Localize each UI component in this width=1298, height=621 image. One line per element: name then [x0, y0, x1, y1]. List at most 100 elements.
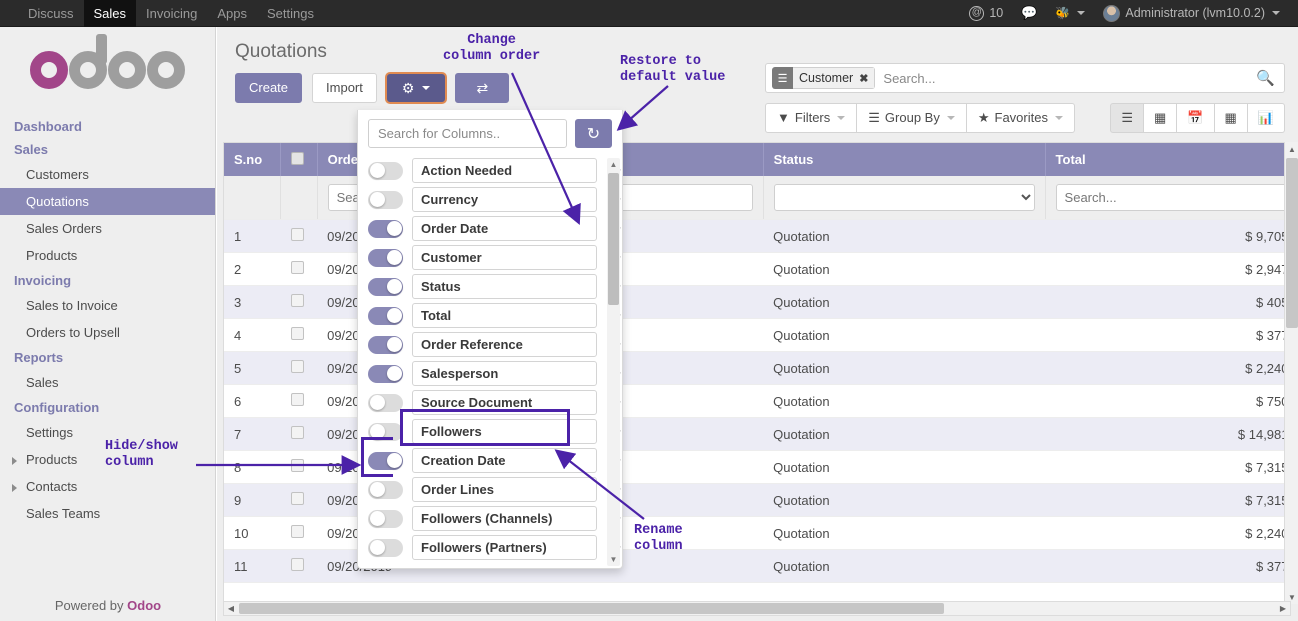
column-name-input[interactable]: Action Needed [412, 158, 597, 183]
settings-gear-button[interactable]: ⚙ [387, 74, 446, 102]
create-button[interactable]: Create [235, 73, 302, 103]
table-horizontal-scrollbar[interactable]: ◀ ▶ [223, 601, 1291, 616]
column-header-total[interactable]: Total [1045, 143, 1291, 176]
row-checkbox[interactable] [291, 327, 304, 340]
column-option-row[interactable]: Order Date✥ [368, 214, 624, 243]
column-visibility-toggle[interactable] [368, 481, 403, 499]
column-name-input[interactable]: Source Document [412, 390, 597, 415]
odoo-brand-link[interactable]: Odoo [127, 598, 161, 613]
sidebar-item-orders-to-upsell[interactable]: Orders to Upsell [0, 319, 215, 346]
column-option-row[interactable]: Status✥ [368, 272, 624, 301]
import-button[interactable]: Import [312, 73, 377, 103]
search-box[interactable]: ☰ Customer ✖ 🔍 [765, 63, 1285, 93]
column-visibility-toggle[interactable] [368, 162, 403, 180]
messaging-button[interactable]: 💬 [1013, 1, 1045, 25]
column-option-row[interactable]: Order Lines✥ [368, 475, 624, 504]
sidebar-item-sales-report[interactable]: Sales [0, 369, 215, 396]
column-name-input[interactable]: Followers [412, 419, 597, 444]
sidebar-item-sales-teams[interactable]: Sales Teams [0, 500, 215, 527]
graph-view-button[interactable]: 📊 [1248, 103, 1285, 133]
column-header-sno[interactable]: S.no [224, 143, 281, 176]
scroll-right-icon[interactable]: ▶ [1276, 602, 1290, 615]
search-facet-customer[interactable]: ☰ Customer ✖ [772, 67, 875, 89]
column-option-row[interactable]: Customer✥ [368, 243, 624, 272]
nav-item-apps[interactable]: Apps [207, 0, 257, 27]
calendar-view-button[interactable]: 📅 [1177, 103, 1214, 133]
row-checkbox[interactable] [291, 294, 304, 307]
sidebar-item-quotations[interactable]: Quotations [0, 188, 215, 215]
select-all-checkbox[interactable] [291, 152, 304, 165]
column-visibility-toggle[interactable] [368, 510, 403, 528]
column-name-input[interactable]: Order Date [412, 216, 597, 241]
column-name-input[interactable]: Total [412, 303, 597, 328]
column-option-row[interactable]: Currency✥ [368, 185, 624, 214]
list-view-button[interactable]: ☰ [1110, 103, 1144, 133]
vertical-scroll-thumb[interactable] [1286, 158, 1298, 328]
scroll-down-icon[interactable]: ▼ [607, 553, 620, 566]
column-option-row[interactable]: Followers (Partners)✥ [368, 533, 624, 562]
odoo-logo[interactable] [0, 27, 215, 113]
column-name-input[interactable]: Creation Date [412, 448, 597, 473]
group-by-button[interactable]: ☰ Group By [857, 103, 967, 133]
column-name-input[interactable]: Salesperson [412, 361, 597, 386]
sidebar-item-products[interactable]: Products [0, 242, 215, 269]
search-icon[interactable]: 🔍 [1256, 69, 1280, 87]
sidebar-item-contacts[interactable]: Contacts [0, 473, 215, 500]
row-checkbox[interactable] [291, 459, 304, 472]
column-panel-scrollbar[interactable]: ▲ ▼ [607, 158, 620, 566]
filters-button[interactable]: ▼ Filters [765, 103, 857, 133]
row-checkbox[interactable] [291, 261, 304, 274]
column-name-input[interactable]: Followers (Channels) [412, 506, 597, 531]
filter-input-total[interactable] [1056, 184, 1291, 211]
column-option-row[interactable]: Followers (Channels)✥ [368, 504, 624, 533]
filter-select-status[interactable] [774, 184, 1035, 211]
restore-default-button[interactable]: ↻ [575, 119, 612, 148]
column-option-row[interactable]: Creation Date✥ [368, 446, 624, 475]
column-visibility-toggle[interactable] [368, 307, 403, 325]
row-checkbox[interactable] [291, 426, 304, 439]
column-name-input[interactable]: Followers (Partners) [412, 535, 597, 560]
column-visibility-toggle[interactable] [368, 249, 403, 267]
column-option-row[interactable]: Total✥ [368, 301, 624, 330]
column-visibility-toggle[interactable] [368, 394, 403, 412]
sidebar-item-sales-orders[interactable]: Sales Orders [0, 215, 215, 242]
mentions-button[interactable]: @ 10 [961, 2, 1011, 25]
sidebar-item-customers[interactable]: Customers [0, 161, 215, 188]
table-vertical-scrollbar[interactable]: ▲ ▼ [1284, 142, 1298, 604]
row-checkbox[interactable] [291, 525, 304, 538]
user-menu-button[interactable]: Administrator (lvm10.0.2) [1095, 1, 1288, 26]
kanban-view-button[interactable]: ▦ [1144, 103, 1177, 133]
row-checkbox[interactable] [291, 228, 304, 241]
close-icon[interactable]: ✖ [859, 72, 868, 85]
scroll-up-icon[interactable]: ▲ [1285, 142, 1298, 156]
column-option-row[interactable]: Source Document✥ [368, 388, 624, 417]
column-visibility-toggle[interactable] [368, 365, 403, 383]
favorites-button[interactable]: ★ Favorites [967, 103, 1075, 133]
column-panel-scroll-thumb[interactable] [608, 173, 619, 305]
scroll-up-icon[interactable]: ▲ [607, 158, 620, 171]
column-option-row[interactable]: Action Needed✥ [368, 156, 624, 185]
column-name-input[interactable]: Status [412, 274, 597, 299]
search-input[interactable] [875, 71, 1256, 86]
column-name-input[interactable]: Currency [412, 187, 597, 212]
column-visibility-toggle[interactable] [368, 452, 403, 470]
column-name-input[interactable]: Order Reference [412, 332, 597, 357]
column-option-row[interactable]: Order Reference✥ [368, 330, 624, 359]
debug-menu-button[interactable]: 🐝 [1047, 2, 1093, 24]
column-name-input[interactable]: Order Lines [412, 477, 597, 502]
refresh-button[interactable]: ⇄ [455, 73, 509, 103]
pivot-view-button[interactable]: ▦ [1215, 103, 1248, 133]
column-visibility-toggle[interactable] [368, 278, 403, 296]
nav-item-discuss[interactable]: Discuss [18, 0, 84, 27]
scroll-left-icon[interactable]: ◀ [224, 602, 238, 615]
nav-item-sales[interactable]: Sales [84, 0, 137, 27]
column-visibility-toggle[interactable] [368, 336, 403, 354]
column-header-status[interactable]: Status [763, 143, 1045, 176]
column-option-row[interactable]: Followers✥ [368, 417, 624, 446]
column-visibility-toggle[interactable] [368, 539, 403, 557]
row-checkbox[interactable] [291, 360, 304, 373]
row-checkbox[interactable] [291, 558, 304, 571]
column-visibility-toggle[interactable] [368, 220, 403, 238]
sidebar-item-sales-to-invoice[interactable]: Sales to Invoice [0, 292, 215, 319]
row-checkbox[interactable] [291, 492, 304, 505]
